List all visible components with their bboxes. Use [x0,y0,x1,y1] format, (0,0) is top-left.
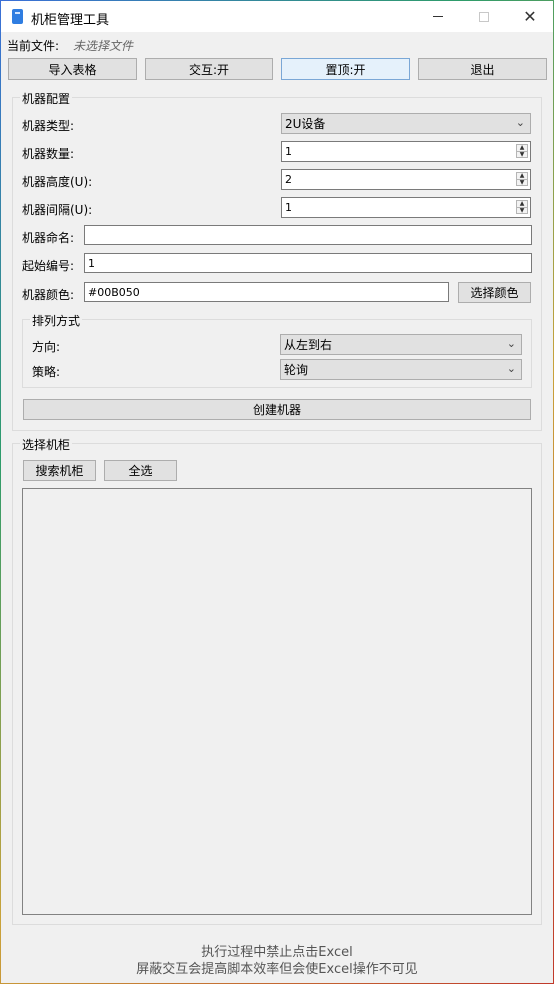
machine-count-spinbox[interactable]: 1 ▲ ▼ [281,141,531,162]
app-window: 机柜管理工具 ✕ 当前文件: 未选择文件 导入表格 交互:开 置顶:开 退出 机… [1,1,553,983]
minimize-icon [433,16,443,17]
title-bar[interactable]: 机柜管理工具 ✕ [1,1,553,32]
machine-type-value: 2U设备 [285,117,326,131]
direction-select[interactable]: 从左到右 ⌄ [280,334,522,355]
interaction-toggle-button[interactable]: 交互:开 [145,58,273,80]
machine-gap-value: 1 [285,201,292,214]
strategy-value: 轮询 [284,363,309,377]
window-title: 机柜管理工具 [31,13,110,28]
close-icon: ✕ [523,6,537,26]
machine-gap-label: 机器间隔(U): [22,203,93,217]
select-all-button[interactable]: 全选 [104,460,177,481]
minimize-button[interactable] [415,1,461,32]
app-icon [12,9,23,24]
select-all-label: 全选 [128,464,153,478]
import-table-button[interactable]: 导入表格 [8,58,137,80]
start-number-input[interactable]: 1 [84,253,532,273]
close-button[interactable]: ✕ [507,1,553,32]
maximize-button[interactable] [461,1,507,32]
spin-arrows-icon[interactable]: ▲ ▼ [516,172,528,186]
machine-height-spinbox[interactable]: 2 ▲ ▼ [281,169,531,190]
search-cabinet-label: 搜索机柜 [35,464,84,478]
chevron-down-icon: ⌄ [506,337,516,350]
create-machine-button[interactable]: 创建机器 [23,399,531,420]
search-cabinet-button[interactable]: 搜索机柜 [23,460,96,481]
machine-name-input[interactable] [84,225,532,245]
machine-name-label: 机器命名: [22,231,75,245]
current-file-label: 当前文件: [7,39,60,53]
machine-gap-spinbox[interactable]: 1 ▲ ▼ [281,197,531,218]
interaction-toggle-label: 交互:开 [188,62,230,77]
maximize-icon [479,11,489,22]
direction-label: 方向: [32,340,61,354]
machine-color-value: #00B050 [88,285,140,299]
machine-color-input[interactable]: #00B050 [84,282,449,302]
machine-height-label: 机器高度(U): [22,175,93,189]
always-on-top-label: 置顶:开 [325,62,366,77]
exit-label: 退出 [470,62,495,77]
chevron-down-icon: ⌄ [506,362,516,375]
choose-color-label: 选择颜色 [470,286,519,300]
strategy-label: 策略: [32,365,61,379]
import-table-label: 导入表格 [48,62,97,77]
choose-color-button[interactable]: 选择颜色 [458,282,531,303]
current-file-value: 未选择文件 [73,39,134,53]
spin-arrows-icon[interactable]: ▲ ▼ [516,144,528,158]
machine-count-value: 1 [285,145,292,158]
always-on-top-toggle-button[interactable]: 置顶:开 [281,58,410,80]
strategy-select[interactable]: 轮询 ⌄ [280,359,522,380]
machine-config-title: 机器配置 [20,90,73,107]
arrangement-title: 排列方式 [30,312,83,329]
machine-height-value: 2 [285,173,292,186]
machine-count-label: 机器数量: [22,147,75,161]
start-number-value: 1 [88,256,95,270]
machine-type-label: 机器类型: [22,119,75,133]
spin-arrows-icon[interactable]: ▲ ▼ [516,200,528,214]
footer-warning-line2: 屏蔽交互会提高脚本效率但会使Excel操作不可见 [136,962,418,977]
machine-color-label: 机器颜色: [22,288,75,302]
start-number-label: 起始编号: [22,259,75,273]
machine-type-select[interactable]: 2U设备 ⌄ [281,113,531,134]
cabinet-title: 选择机柜 [20,436,73,453]
cabinet-list[interactable] [22,488,532,915]
create-machine-label: 创建机器 [252,403,301,417]
chevron-down-icon: ⌄ [515,116,525,129]
exit-button[interactable]: 退出 [418,58,547,80]
direction-value: 从左到右 [284,338,333,352]
